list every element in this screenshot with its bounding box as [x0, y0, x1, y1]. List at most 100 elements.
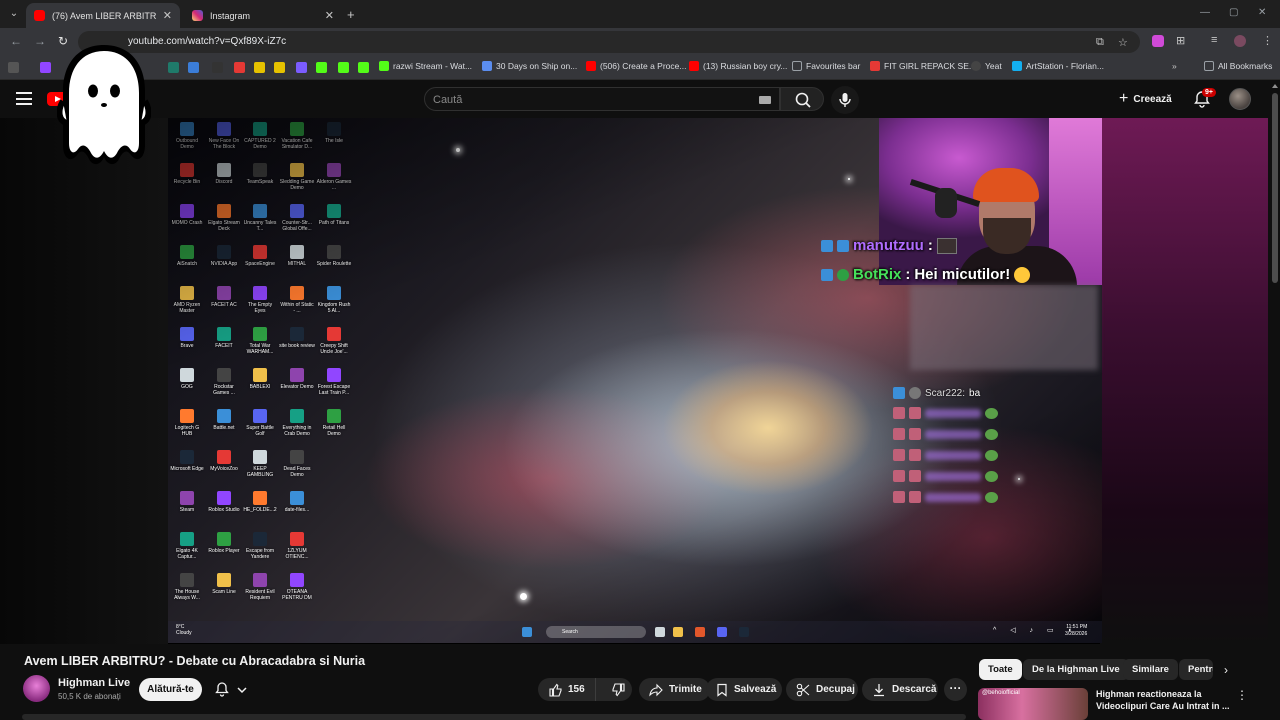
keyboard-icon[interactable]: [759, 96, 771, 104]
blurred-overlay: [910, 285, 1098, 370]
download-button[interactable]: Descarcă: [862, 678, 938, 701]
chat-text: ba: [969, 387, 981, 399]
url-text: youtube.com/watch?v=Qxf89X-iZ7c: [128, 36, 287, 47]
bookmark-icon[interactable]: [188, 62, 199, 73]
taskbar-clock: 11:51 PM 3/28/2026: [1065, 624, 1087, 638]
create-button[interactable]: + Creează: [1112, 87, 1180, 111]
extension-icon[interactable]: [1152, 35, 1164, 47]
account-avatar[interactable]: [1229, 88, 1251, 110]
tab-youtube[interactable]: (76) Avem LIBER ARBITRU? - De ✕: [26, 3, 180, 28]
forward-icon[interactable]: →: [34, 34, 46, 48]
back-icon[interactable]: ←: [10, 34, 22, 48]
youtube-favicon-icon: [34, 10, 45, 21]
chip-all[interactable]: Toate: [979, 659, 1022, 680]
join-button[interactable]: Alătură-te: [139, 678, 202, 701]
thumbs-up-icon: [549, 683, 562, 697]
dislike-button[interactable]: [602, 678, 636, 701]
maximize-icon[interactable]: ▢: [1229, 7, 1238, 18]
share-button[interactable]: Trimite: [639, 678, 710, 701]
minimize-icon[interactable]: —: [1200, 7, 1210, 18]
bookmark-artstation[interactable]: ArtStation - Florian...: [1012, 61, 1104, 71]
menu-icon[interactable]: [16, 92, 32, 105]
bookmark-icon[interactable]: [168, 62, 179, 73]
all-bookmarks-folder[interactable]: All Bookmarks: [1204, 61, 1272, 71]
badge-icon: [893, 407, 905, 419]
bookmark-30-days[interactable]: 30 Days on Ship on...: [482, 61, 577, 71]
desktop-shortcut: FACEIT AC: [206, 286, 242, 308]
shortcut-label: AiSnatch: [176, 261, 197, 267]
scroll-up-icon[interactable]: [1272, 84, 1278, 88]
bookmark-create-process[interactable]: (506) Create a Proce...: [586, 61, 686, 71]
more-actions-icon[interactable]: ···: [944, 678, 967, 701]
scrollbar-thumb[interactable]: [1272, 93, 1278, 283]
recommendation-title[interactable]: Highman reactioneaza la Videoclipuri Car…: [1096, 688, 1236, 712]
bookmark-icon[interactable]: [212, 62, 223, 73]
description-box[interactable]: [22, 714, 966, 720]
desktop-shortcut: Elgato 4K Captur...: [169, 532, 205, 560]
bookmark-icon[interactable]: [254, 62, 265, 73]
app-icon: [327, 204, 341, 218]
tab-search-icon[interactable]: ⌄: [6, 6, 22, 22]
search-button[interactable]: [780, 87, 824, 111]
page-scrollbar[interactable]: [1270, 81, 1280, 720]
media-controls-icon[interactable]: ≡: [1211, 34, 1217, 46]
kick-bookmark-icon[interactable]: [316, 62, 327, 73]
bookmark-label: razwi Stream - Wat...: [393, 61, 473, 71]
bookmarks-overflow-icon[interactable]: »: [1172, 61, 1177, 71]
bookmark-razwi[interactable]: razwi Stream - Wat...: [379, 61, 472, 71]
chip-similar[interactable]: Similare: [1123, 659, 1178, 680]
new-tab-icon[interactable]: +: [347, 7, 355, 22]
twitch-bookmark-icon[interactable]: [40, 62, 51, 73]
microphone: [935, 188, 957, 218]
badge-icon: [893, 428, 905, 440]
subscription-bell-button[interactable]: [208, 678, 256, 701]
bookmark-favourites-folder[interactable]: Favourites bar: [792, 61, 860, 71]
youtube-icon: [586, 61, 596, 71]
bookmark-fitgirl[interactable]: FIT GIRL REPACK SE...: [870, 61, 976, 71]
chat-username: BotRix: [853, 266, 902, 283]
bookmark-icon[interactable]: [234, 62, 245, 73]
kebab-menu-icon[interactable]: ⋮: [1262, 34, 1273, 47]
extensions-puzzle-icon[interactable]: ⊞: [1176, 34, 1185, 47]
badge-icon: [909, 387, 921, 399]
window-close-icon[interactable]: ✕: [1258, 7, 1266, 18]
channel-name[interactable]: Highman Live: [58, 677, 130, 689]
bookmark-russian-boy[interactable]: (13) Russian boy cry...: [689, 61, 787, 71]
recommendation-menu-icon[interactable]: ⋮: [1236, 688, 1248, 702]
like-button[interactable]: 156: [538, 678, 596, 701]
shortcut-label: MOMO Crash: [171, 220, 203, 226]
profile-icon[interactable]: [1234, 35, 1246, 47]
tab-instagram[interactable]: Instagram ✕: [184, 3, 342, 28]
bookmark-icon[interactable]: [274, 62, 285, 73]
close-tab-icon[interactable]: ✕: [325, 9, 334, 22]
badge-icon: [821, 239, 833, 252]
voice-search-button[interactable]: [831, 86, 859, 114]
apps-grid-icon[interactable]: [8, 62, 19, 73]
folder-icon: [1204, 61, 1214, 71]
bookmark-icon[interactable]: [296, 62, 307, 73]
kick-bookmark-icon[interactable]: [358, 62, 369, 73]
recommendation-thumbnail[interactable]: @behoiofficial: [978, 688, 1088, 720]
app-icon: [290, 286, 304, 300]
create-label: Creează: [1133, 93, 1172, 105]
app-icon: [327, 327, 341, 341]
bookmark-star-icon[interactable]: ☆: [1118, 36, 1128, 49]
shortcut-label: New Face On The Block: [208, 138, 240, 150]
channel-avatar[interactable]: [23, 675, 50, 702]
address-bar[interactable]: youtube.com/watch?v=Qxf89X-iZ7c ⧉ ☆: [78, 31, 1140, 53]
bookmarks-bar: razwi Stream - Wat... 30 Days on Ship on…: [0, 56, 1280, 80]
chip-from-channel[interactable]: De la Highman Live: [1023, 659, 1129, 680]
kick-bookmark-icon[interactable]: [338, 62, 349, 73]
bookmark-yeat[interactable]: Yeat: [971, 61, 1002, 71]
chevron-right-icon[interactable]: ›: [1224, 663, 1228, 677]
save-button[interactable]: Salvează: [706, 678, 782, 701]
close-tab-icon[interactable]: ✕: [163, 9, 172, 22]
clip-button[interactable]: Decupaj: [786, 678, 858, 701]
chip-for-you[interactable]: Pentru: [1179, 659, 1213, 680]
app-icon: [180, 122, 194, 136]
install-app-icon[interactable]: ⧉: [1096, 36, 1104, 49]
search-input[interactable]: [433, 92, 733, 108]
bookmark-label: All Bookmarks: [1218, 61, 1273, 71]
desktop-shortcut: Sledding Game Demo: [279, 163, 315, 191]
shortcut-label: MyVoiceZoo: [210, 466, 238, 472]
